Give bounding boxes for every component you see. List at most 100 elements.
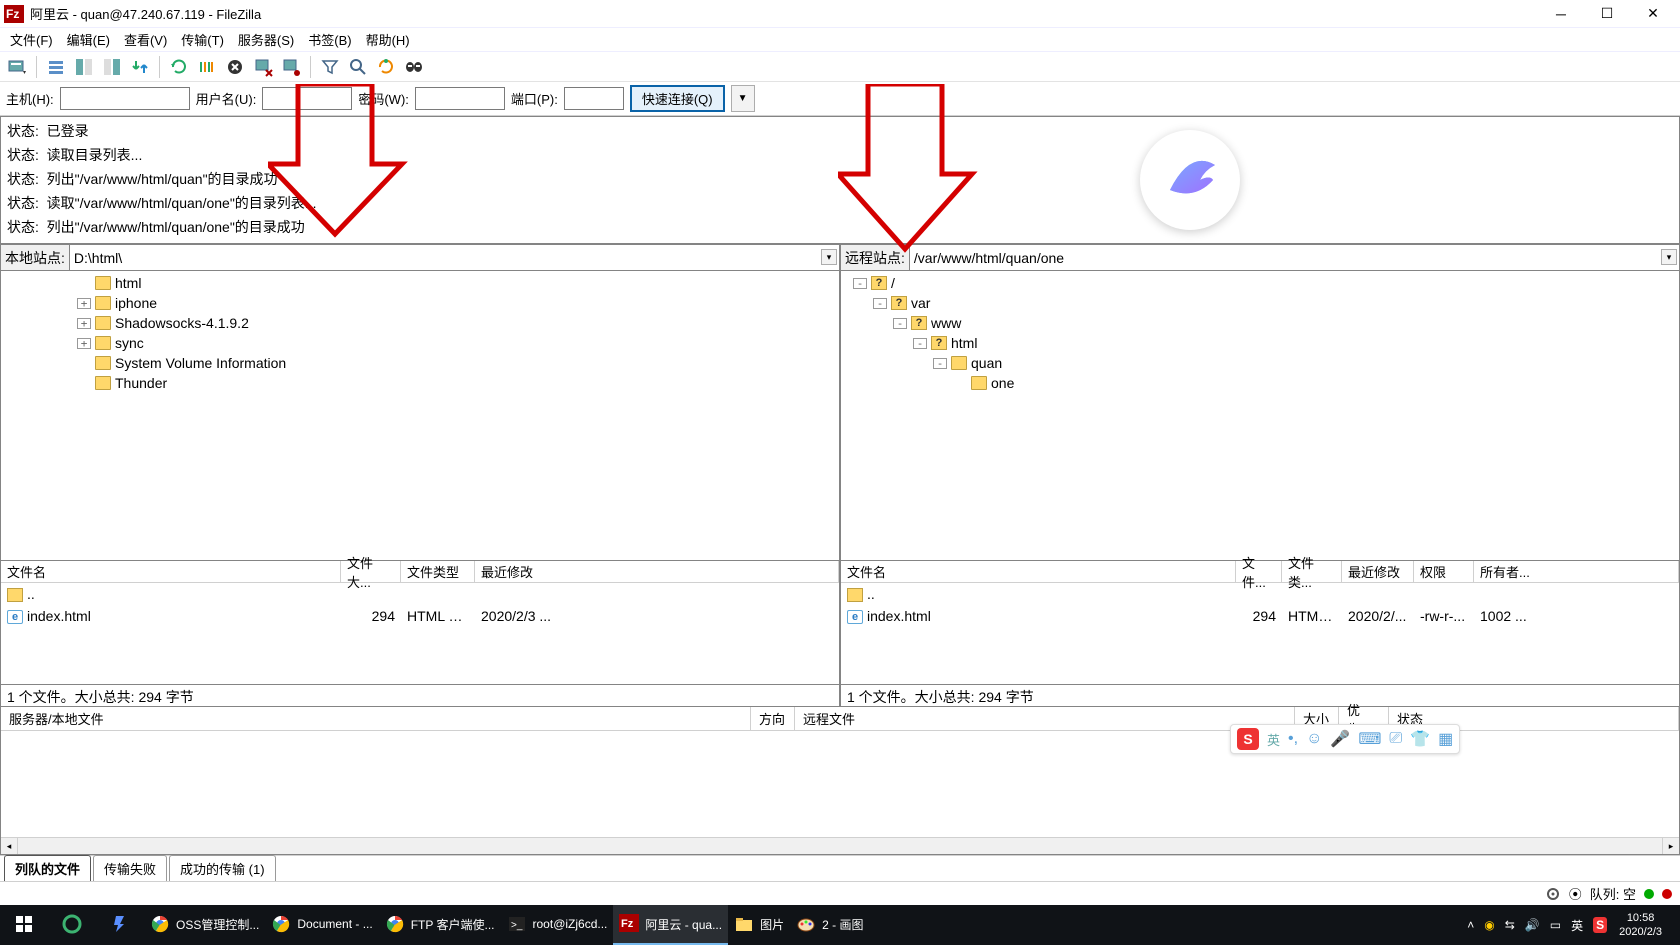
cancel-button[interactable] (222, 54, 248, 80)
ime-emoji-icon[interactable]: ☺ (1306, 730, 1322, 748)
remote-path-combo[interactable]: /var/www/html/quan/one▾ (910, 245, 1679, 270)
taskbar-item[interactable]: >_root@iZj6cd... (501, 905, 614, 945)
tray-ime-text[interactable]: 英 (1571, 917, 1583, 934)
local-tree-item[interactable]: +iphone (5, 293, 835, 313)
tray-sogou-icon[interactable]: S (1593, 917, 1607, 933)
toggle-queue-button[interactable] (127, 54, 153, 80)
local-tree-item[interactable]: System Volume Information (5, 353, 835, 373)
file-row[interactable]: .. (1, 583, 839, 605)
menu-server[interactable]: 服务器(S) (232, 28, 300, 51)
toggle-local-tree-button[interactable] (71, 54, 97, 80)
sogou-ime-toolbar[interactable]: S 英 •, ☺ 🎤 ⌨ ⎚ 👕 ▦ (1230, 724, 1460, 754)
ime-punct-icon[interactable]: •, (1288, 730, 1298, 748)
taskbar-item[interactable]: OSS管理控制... (144, 905, 265, 945)
start-button[interactable] (0, 905, 48, 945)
tray-battery-icon[interactable]: ▭ (1550, 918, 1561, 932)
minimize-button[interactable]: ─ (1538, 0, 1584, 28)
local-tree-item[interactable]: html (5, 273, 835, 293)
menu-edit[interactable]: 编辑(E) (61, 28, 116, 51)
ime-grid-icon[interactable]: ▦ (1438, 729, 1453, 749)
ime-lang-text[interactable]: 英 (1267, 730, 1280, 749)
ime-keyboard-icon[interactable]: ⌨ (1358, 729, 1381, 749)
local-filelist[interactable]: 文件名 文件大... 文件类型 最近修改 ..eindex.html294HTM… (1, 560, 839, 706)
reconnect-button[interactable] (278, 54, 304, 80)
remote-tree-item[interactable]: one (845, 373, 1675, 393)
remote-tree[interactable]: -?/-?var-?www-?html-quanone (841, 271, 1679, 560)
local-path-combo[interactable]: D:\html\▾ (70, 245, 839, 270)
gear-icon[interactable] (1545, 886, 1561, 902)
close-button[interactable]: ✕ (1630, 0, 1676, 28)
tab-success[interactable]: 成功的传输 (1) (169, 855, 276, 881)
sitemanager-button[interactable] (4, 54, 30, 80)
tray-volume-icon[interactable]: 🔊 (1525, 918, 1540, 932)
col-perm[interactable]: 权限 (1414, 561, 1474, 582)
file-row[interactable]: .. (841, 583, 1679, 605)
thunder-button[interactable] (96, 905, 144, 945)
quickconnect-button[interactable]: 快速连接(Q) (630, 85, 725, 112)
remote-tree-item[interactable]: -?/ (845, 273, 1675, 293)
qcol-local[interactable]: 服务器/本地文件 (1, 707, 751, 730)
qcol-dir[interactable]: 方向 (751, 707, 795, 730)
chevron-down-icon[interactable]: ▾ (1661, 249, 1677, 265)
user-input[interactable] (262, 87, 352, 110)
toggle-log-button[interactable] (43, 54, 69, 80)
col-name[interactable]: 文件名 (841, 561, 1236, 582)
remote-tree-item[interactable]: -?html (845, 333, 1675, 353)
taskbar-item[interactable]: 图片 (728, 905, 790, 945)
qcol-remote[interactable]: 远程文件 (795, 707, 1295, 730)
pass-input[interactable] (415, 87, 505, 110)
sync-browse-button[interactable] (401, 54, 427, 80)
chevron-down-icon[interactable]: ▾ (821, 249, 837, 265)
remote-tree-item[interactable]: -?var (845, 293, 1675, 313)
col-owner[interactable]: 所有者... (1474, 561, 1679, 582)
local-tree-item[interactable]: +sync (5, 333, 835, 353)
col-name[interactable]: 文件名 (1, 561, 341, 582)
edge-button[interactable] (48, 905, 96, 945)
local-tree-item[interactable]: Thunder (5, 373, 835, 393)
local-tree-item[interactable]: +Shadowsocks-4.1.9.2 (5, 313, 835, 333)
col-size[interactable]: 文件... (1236, 561, 1282, 582)
remote-tree-item[interactable]: -?www (845, 313, 1675, 333)
tab-failed[interactable]: 传输失败 (93, 855, 167, 881)
tray-wifi-icon[interactable]: ⇆ (1505, 918, 1515, 932)
search-button[interactable] (345, 54, 371, 80)
tray-up-icon[interactable]: ˄ (1467, 918, 1474, 932)
col-size[interactable]: 文件大... (341, 561, 401, 582)
taskbar-item[interactable]: Fz阿里云 - qua... (613, 905, 728, 945)
status-log[interactable]: 状态: 已登录状态: 读取目录列表...状态: 列出"/var/www/html… (0, 116, 1680, 244)
port-input[interactable] (564, 87, 624, 110)
queue-hscroll[interactable]: ◂▸ (1, 837, 1679, 854)
menu-transfer[interactable]: 传输(T) (175, 28, 230, 51)
toggle-remote-tree-button[interactable] (99, 54, 125, 80)
local-tree[interactable]: html+iphone+Shadowsocks-4.1.9.2+syncSyst… (1, 271, 839, 560)
taskbar-item[interactable]: 2 - 画图 (790, 905, 869, 945)
menu-file[interactable]: 文件(F) (4, 28, 59, 51)
quickconnect-dropdown[interactable]: ▼ (731, 85, 755, 112)
ime-voice-icon[interactable]: 🎤 (1330, 729, 1350, 749)
col-modified[interactable]: 最近修改 (475, 561, 839, 582)
taskbar-item[interactable]: Document - ... (265, 905, 378, 945)
process-queue-button[interactable] (194, 54, 220, 80)
file-row[interactable]: eindex.html294HTML ...2020/2/...-rw-r-..… (841, 605, 1679, 627)
menu-view[interactable]: 查看(V) (118, 28, 173, 51)
col-type[interactable]: 文件类型 (401, 561, 475, 582)
filter-button[interactable] (317, 54, 343, 80)
tab-queued[interactable]: 列队的文件 (4, 855, 91, 881)
compare-button[interactable] (373, 54, 399, 80)
menu-help[interactable]: 帮助(H) (360, 28, 416, 51)
maximize-button[interactable]: ☐ (1584, 0, 1630, 28)
col-type[interactable]: 文件类... (1282, 561, 1342, 582)
file-row[interactable]: eindex.html294HTML 文...2020/2/3 ... (1, 605, 839, 627)
ime-skin-icon[interactable]: ⎚ (1389, 730, 1402, 748)
remote-filelist[interactable]: 文件名 文件... 文件类... 最近修改 权限 所有者... ..eindex… (841, 560, 1679, 706)
system-tray[interactable]: ˄ ◉ ⇆ 🔊 ▭ 英 S (1461, 917, 1613, 934)
taskbar-clock[interactable]: 10:58 2020/2/3 (1613, 911, 1668, 939)
col-modified[interactable]: 最近修改 (1342, 561, 1414, 582)
disconnect-button[interactable] (250, 54, 276, 80)
refresh-button[interactable] (166, 54, 192, 80)
host-input[interactable] (60, 87, 190, 110)
ime-tool-icon[interactable]: 👕 (1410, 729, 1430, 749)
show-desktop-button[interactable] (1668, 905, 1680, 945)
menu-bookmark[interactable]: 书签(B) (302, 28, 357, 51)
tray-shield-icon[interactable]: ◉ (1484, 918, 1494, 932)
